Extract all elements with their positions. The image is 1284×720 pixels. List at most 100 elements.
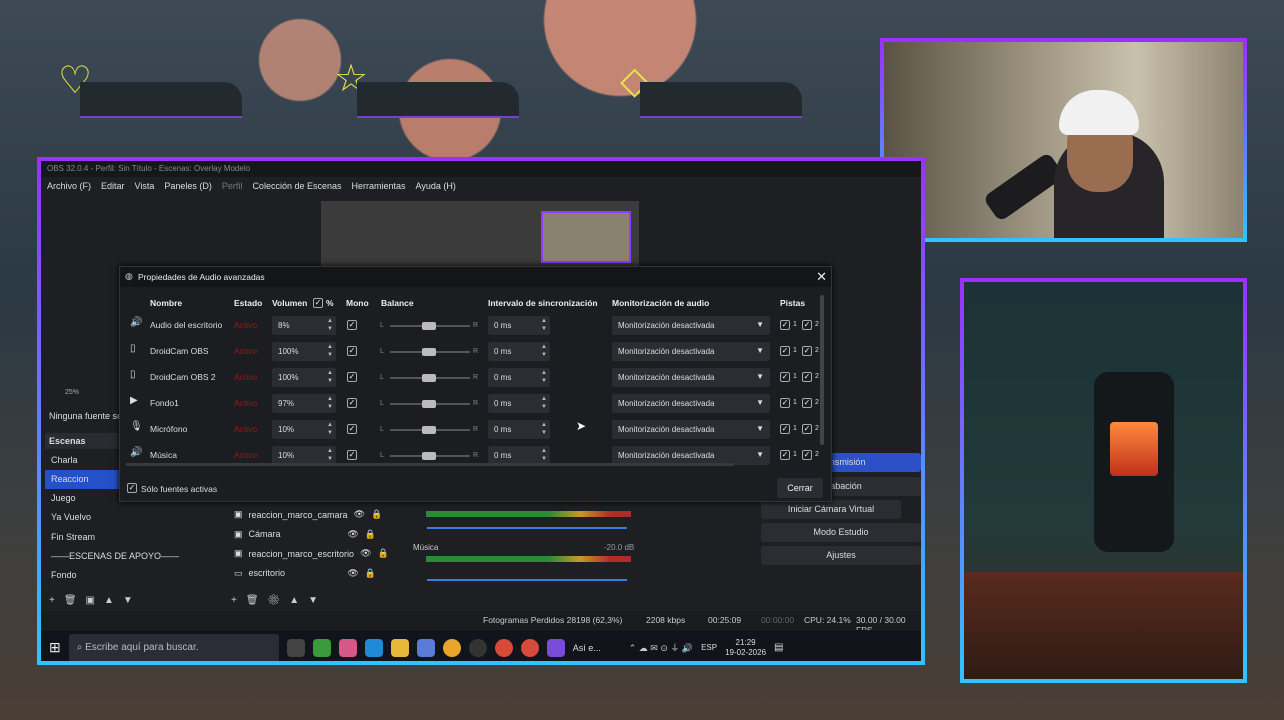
add-scene-icon[interactable]: + (49, 595, 64, 606)
sync-spinbox[interactable]: 0 ms ▲ ▼ (488, 342, 550, 361)
spin-arrows-icon[interactable]: ▲ ▼ (327, 369, 333, 385)
menu-archivo[interactable]: Archivo (F) (47, 181, 91, 193)
sync-spinbox[interactable]: 0 ms ▲ ▼ (488, 316, 550, 335)
monitoring-select[interactable]: Monitorización desactivada ▼ (612, 316, 770, 335)
balance-knob[interactable] (422, 400, 436, 408)
scene-fin-stream[interactable]: Fin Stream (45, 528, 217, 547)
monitoring-select[interactable]: Monitorización desactivada ▼ (612, 368, 770, 387)
chrome-icon[interactable] (442, 638, 461, 657)
lock-icon[interactable]: 🔒 (371, 509, 382, 520)
lock-icon[interactable]: 🔒 (378, 548, 389, 559)
close-icon[interactable]: ✕ (816, 269, 827, 285)
volume-spinbox[interactable]: 100% ▲ ▼ (272, 368, 336, 387)
mono-checkbox[interactable]: ✓ (347, 398, 357, 408)
menu-paneles[interactable]: Paneles (D) (164, 181, 212, 193)
language-indicator[interactable]: ESP (701, 643, 717, 652)
scene-reaccion[interactable]: Reaccion (45, 470, 121, 489)
track-1-checkbox[interactable]: ✓ (780, 450, 790, 460)
mono-checkbox[interactable]: ✓ (347, 320, 357, 330)
balance-knob[interactable] (422, 426, 436, 434)
music-slider[interactable] (427, 579, 627, 581)
notification-icon[interactable]: ▤ (774, 642, 783, 653)
h-scrollbar[interactable] (126, 463, 734, 466)
balance-knob[interactable] (422, 452, 436, 460)
balance-slider[interactable] (390, 348, 470, 356)
track-1-checkbox[interactable]: ✓ (780, 424, 790, 434)
lock-icon[interactable]: 🔒 (365, 529, 376, 540)
spin-arrows-icon[interactable]: ▲ ▼ (327, 421, 333, 437)
chrome-icon-2[interactable] (494, 638, 513, 657)
delete-source-icon[interactable]: 🗑 (246, 595, 268, 606)
tray-icons[interactable]: ⌃ ☁ ✉ ⊙ ⏚ 🔊 (629, 641, 693, 654)
app-short-label[interactable]: Así e... (573, 643, 601, 653)
move-up-icon[interactable]: ▲ (104, 595, 123, 606)
spin-arrows-icon[interactable]: ▲ ▼ (541, 343, 547, 359)
obs-icon[interactable] (468, 638, 487, 657)
mixer-slider[interactable] (427, 527, 627, 529)
menu-ayuda[interactable]: Ayuda (H) (416, 181, 456, 193)
menu-herramientas[interactable]: Herramientas (352, 181, 406, 193)
source-item[interactable]: ▣ Cámara 👁 🔒 (226, 525, 376, 545)
menu-editar[interactable]: Editar (101, 181, 125, 193)
track-1-checkbox[interactable]: ✓ (780, 372, 790, 382)
copilot-icon[interactable] (338, 638, 357, 657)
spin-arrows-icon[interactable]: ▲ ▼ (541, 447, 547, 463)
balance-slider[interactable] (390, 452, 470, 460)
store-icon[interactable] (416, 638, 435, 657)
visibility-icon[interactable]: 👁 (354, 509, 365, 520)
clock[interactable]: 21:29 19-02-2026 (725, 638, 766, 658)
app-icon[interactable] (546, 638, 565, 657)
task-view-icon[interactable] (286, 638, 305, 657)
scene-apoyo-divider[interactable]: ——ESCENAS DE APOYO—— (45, 547, 217, 566)
balance-knob[interactable] (422, 322, 436, 330)
chrome-icon-3[interactable] (520, 638, 539, 657)
balance-knob[interactable] (422, 348, 436, 356)
visibility-icon[interactable]: 👁 (347, 529, 358, 540)
spin-arrows-icon[interactable]: ▲ ▼ (327, 395, 333, 411)
scene-ya-vuelvo[interactable]: Ya Vuelvo (45, 508, 217, 527)
edge-icon[interactable] (364, 638, 383, 657)
active-only-checkbox[interactable]: ✓ (127, 483, 137, 493)
sync-spinbox[interactable]: 0 ms ▲ ▼ (488, 394, 550, 413)
settings-button[interactable]: Ajustes (761, 546, 921, 565)
track-1-checkbox[interactable]: ✓ (780, 398, 790, 408)
track-2-checkbox[interactable]: ✓ (802, 320, 812, 330)
balance-knob[interactable] (422, 374, 436, 382)
volume-spinbox[interactable]: 8% ▲ ▼ (272, 316, 336, 335)
lock-icon[interactable]: 🔒 (365, 568, 376, 579)
balance-slider[interactable] (390, 400, 470, 408)
monitoring-select[interactable]: Monitorización desactivada ▼ (612, 420, 770, 439)
visibility-icon[interactable]: 👁 (347, 568, 358, 579)
virtual-cam-button[interactable]: Iniciar Cámara Virtual (761, 500, 901, 519)
spin-arrows-icon[interactable]: ▲ ▼ (541, 317, 547, 333)
sync-spinbox[interactable]: 0 ms ▲ ▼ (488, 420, 550, 439)
minecraft-icon[interactable] (312, 638, 331, 657)
studio-mode-button[interactable]: Modo Estudio (761, 523, 921, 542)
mono-checkbox[interactable]: ✓ (347, 450, 357, 460)
mono-checkbox[interactable]: ✓ (347, 346, 357, 356)
source-item[interactable]: ▣ reaccion_marco_escritorio 👁 🔒 (226, 544, 389, 564)
menu-coleccion[interactable]: Colección de Escenas (252, 181, 341, 193)
move-down-icon[interactable]: ▼ (123, 595, 142, 606)
menu-vista[interactable]: Vista (135, 181, 155, 193)
track-1-checkbox[interactable]: ✓ (780, 320, 790, 330)
delete-scene-icon[interactable]: 🗑 (64, 595, 86, 606)
source-down-icon[interactable]: ▼ (308, 595, 327, 606)
source-item[interactable]: ▭ escritorio 👁 🔒 (226, 564, 376, 584)
balance-slider[interactable] (390, 322, 470, 330)
balance-slider[interactable] (390, 426, 470, 434)
monitoring-select[interactable]: Monitorización desactivada ▼ (612, 342, 770, 361)
add-source-icon[interactable]: + (231, 595, 246, 606)
spin-arrows-icon[interactable]: ▲ ▼ (327, 447, 333, 463)
track-2-checkbox[interactable]: ✓ (802, 398, 812, 408)
spin-arrows-icon[interactable]: ▲ ▼ (541, 421, 547, 437)
balance-slider[interactable] (390, 374, 470, 382)
scene-fondo[interactable]: Fondo (45, 566, 217, 585)
scene-preview[interactable] (321, 201, 639, 271)
spin-arrows-icon[interactable]: ▲ ▼ (327, 317, 333, 333)
track-2-checkbox[interactable]: ✓ (802, 372, 812, 382)
sync-spinbox[interactable]: 0 ms ▲ ▼ (488, 368, 550, 387)
windows-start-icon[interactable]: ⊞ (49, 639, 61, 656)
track-1-checkbox[interactable]: ✓ (780, 346, 790, 356)
volume-spinbox[interactable]: 100% ▲ ▼ (272, 342, 336, 361)
